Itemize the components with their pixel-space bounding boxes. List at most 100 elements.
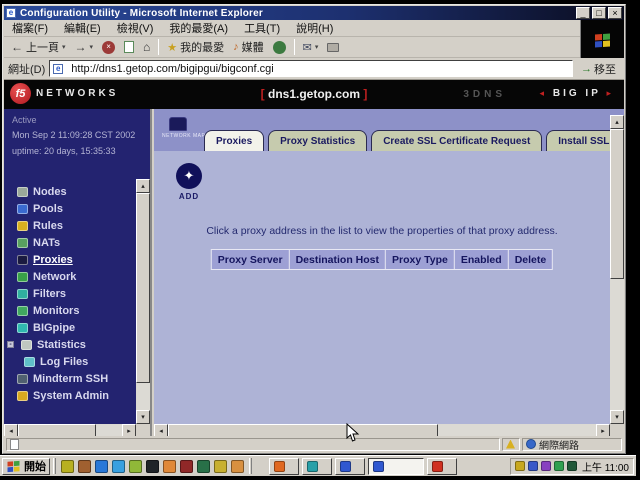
link-bigip[interactable]: ◂ BIG IP ▸: [540, 88, 614, 99]
column-header-proxy-type: Proxy Type: [386, 250, 454, 269]
sidebar-item-label: Filters: [33, 288, 66, 300]
stop-button[interactable]: ×: [99, 40, 118, 55]
sidebar-item-rules[interactable]: Rules: [4, 217, 134, 234]
tray-network-icon[interactable]: [528, 461, 538, 471]
menu-item-檔[interactable]: 檔案(F): [4, 19, 56, 37]
maximize-button[interactable]: □: [592, 7, 606, 19]
sidebar-item-statistics[interactable]: -Statistics: [4, 336, 134, 353]
uptime-text: uptime: 20 days, 15:35:33: [12, 146, 135, 156]
sidebar-item-monitors[interactable]: Monitors: [4, 302, 134, 319]
history-icon: [273, 41, 286, 54]
add-button[interactable]: ✦ ADD: [174, 163, 204, 201]
minimize-button[interactable]: _: [576, 7, 590, 19]
home-button[interactable]: ⌂: [140, 39, 153, 55]
task-button[interactable]: [302, 458, 332, 475]
link-3dns[interactable]: 3DNS: [463, 89, 506, 100]
main-frame: NETWORK MAP ProxiesProxy StatisticsCreat…: [154, 109, 624, 438]
proxy-table-header: Proxy ServerDestination HostProxy TypeEn…: [211, 249, 553, 270]
task-window-2-icon: [307, 461, 318, 472]
sidebar-item-network[interactable]: Network: [4, 268, 134, 285]
scrollbar-thumb[interactable]: [610, 129, 624, 279]
tab-proxies[interactable]: Proxies: [204, 130, 264, 151]
media-button[interactable]: ♪ 媒體: [230, 38, 267, 56]
tab-proxy-statistics[interactable]: Proxy Statistics: [268, 130, 367, 151]
main-vertical-scrollbar[interactable]: ▴ ▾: [610, 115, 624, 424]
hostname: [ dns1.getop.com ]: [4, 87, 624, 101]
sidebar-item-log-files[interactable]: Log Files: [4, 353, 134, 370]
go-button[interactable]: → 移至: [577, 61, 620, 77]
sidebar-vertical-scrollbar[interactable]: ▴ ▾: [136, 179, 150, 424]
sidebar-item-nats[interactable]: NATs: [4, 234, 134, 251]
history-button[interactable]: [270, 40, 289, 55]
system-info: Active Mon Sep 2 11:09:28 CST 2002 uptim…: [12, 115, 135, 162]
app-red-icon[interactable]: [180, 460, 193, 473]
start-button[interactable]: 開始: [2, 458, 50, 475]
menu-item-我[interactable]: 我的最愛(A): [161, 19, 236, 37]
tray-volume-icon[interactable]: [515, 461, 525, 471]
sidebar-item-nodes[interactable]: Nodes: [4, 183, 134, 200]
tray-app2-icon[interactable]: [554, 461, 564, 471]
app-green-icon[interactable]: [197, 460, 210, 473]
column-header-enabled: Enabled: [455, 250, 508, 269]
sidebar-item-filters[interactable]: Filters: [4, 285, 134, 302]
sidebar-item-system-admin[interactable]: System Admin: [4, 387, 134, 404]
address-input[interactable]: e http://dns1.getop.com/bigipgui/bigconf…: [49, 60, 573, 77]
show-desktop-icon[interactable]: [61, 460, 74, 473]
console-icon[interactable]: [146, 460, 159, 473]
tray-app3-icon[interactable]: [567, 461, 577, 471]
favorites-button[interactable]: ★ 我的最愛: [164, 38, 227, 56]
titlebar[interactable]: e Configuration Utility - Microsoft Inte…: [4, 6, 624, 20]
menu-item-工[interactable]: 工具(T): [236, 19, 288, 37]
mail-button[interactable]: ✉ ▾: [300, 40, 322, 55]
scroll-up-icon[interactable]: ▴: [136, 179, 150, 193]
keys-icon[interactable]: [214, 460, 227, 473]
close-button[interactable]: ×: [608, 7, 622, 19]
app-orange-icon[interactable]: [231, 460, 244, 473]
favorites-label: 我的最愛: [180, 39, 224, 55]
back-icon: ←: [11, 40, 23, 54]
menu-item-編[interactable]: 編輯(E): [56, 19, 109, 37]
sidebar-item-mindterm-ssh[interactable]: Mindterm SSH: [4, 370, 134, 387]
refresh-button[interactable]: [121, 40, 137, 54]
menu-item-檢[interactable]: 檢視(V): [109, 19, 162, 37]
menu-bar: 檔案(F)編輯(E)檢視(V)我的最愛(A)工具(T)說明(H): [4, 20, 580, 37]
go-label: 移至: [594, 61, 616, 77]
task-button[interactable]: [427, 458, 457, 475]
menu-item-說[interactable]: 說明(H): [288, 19, 341, 37]
sidebar-item-bigpipe[interactable]: BIGpipe: [4, 319, 134, 336]
task-button[interactable]: [269, 458, 299, 475]
scroll-up-icon[interactable]: ▴: [610, 115, 624, 129]
forward-button[interactable]: → ▾: [72, 39, 97, 55]
print-icon: [327, 43, 339, 52]
scroll-down-icon[interactable]: ▾: [136, 410, 150, 424]
page-content: ✦ ADD Click a proxy address in the list …: [154, 151, 610, 424]
tabs: ProxiesProxy StatisticsCreate SSL Certif…: [204, 130, 610, 151]
add-icon: ✦: [176, 163, 202, 189]
scroll-down-icon[interactable]: ▾: [610, 410, 624, 424]
sidebar-item-pools[interactable]: Pools: [4, 200, 134, 217]
tab-create-ssl-certificate-request[interactable]: Create SSL Certificate Request: [371, 130, 542, 151]
tree-expander-icon[interactable]: -: [7, 341, 14, 348]
print-button[interactable]: [324, 42, 342, 53]
sidebar-item-proxies[interactable]: Proxies: [4, 251, 134, 268]
media-player-icon[interactable]: [129, 460, 142, 473]
task-button[interactable]: [368, 458, 424, 475]
system-tray: 上午 11:00: [510, 458, 634, 475]
sidebar-item-label: Log Files: [40, 356, 88, 368]
back-dropdown-icon[interactable]: ▾: [62, 43, 66, 51]
ie-icon[interactable]: [95, 460, 108, 473]
scrollbar-thumb[interactable]: [136, 193, 150, 383]
network-map-button[interactable]: NETWORK MAP: [162, 117, 194, 145]
clock[interactable]: 上午 11:00: [580, 459, 629, 474]
word-icon[interactable]: [163, 460, 176, 473]
back-button[interactable]: ← 上一頁 ▾: [8, 38, 69, 56]
task-button[interactable]: [335, 458, 365, 475]
mail-dropdown-icon[interactable]: ▾: [315, 43, 319, 51]
tab-install-ssl-certif[interactable]: Install SSL Certif: [546, 130, 610, 151]
tray-app1-icon[interactable]: [541, 461, 551, 471]
msn-icon[interactable]: [112, 460, 125, 473]
forward-dropdown-icon[interactable]: ▾: [90, 43, 94, 51]
add-label: ADD: [174, 192, 204, 201]
mouse-cursor: [346, 423, 360, 443]
outlook-icon[interactable]: [78, 460, 91, 473]
